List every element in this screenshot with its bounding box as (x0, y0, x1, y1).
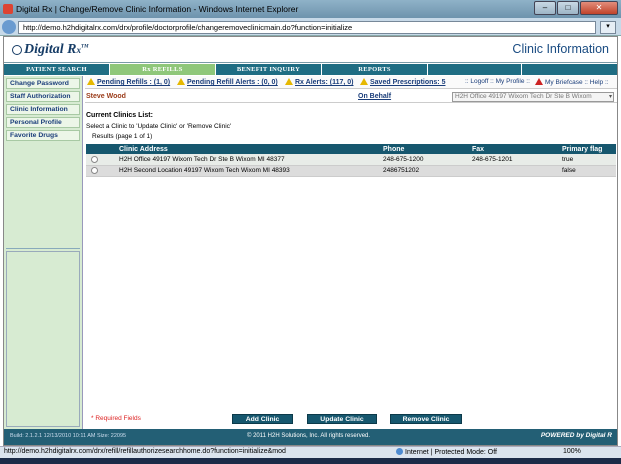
chevron-down-icon: ▾ (608, 94, 612, 100)
saved-prescriptions-link[interactable]: Saved Prescriptions: 5 (360, 78, 445, 86)
window-title: Digital Rx | Change/Remove Clinic Inform… (16, 4, 299, 14)
maximize-button[interactable]: □ (557, 1, 579, 15)
ie-icon (3, 4, 13, 14)
url-field[interactable]: http://demo.h2hdigitalrx.com/drx/profile… (18, 21, 596, 34)
profile-sidebar: Change Password Staff Authorization Clin… (4, 76, 83, 429)
build-info: Build: 2.1.2.1 12/13/2010 10:11 AM Size:… (10, 433, 127, 439)
digital-rx-logo: Digital RxTM (12, 42, 89, 58)
status-url: http://demo.h2hdigitalrx.com/drx/refill/… (4, 448, 286, 455)
required-fields-note: * Required Fields (91, 415, 141, 422)
tab-rx-refills[interactable]: Rx REFILLS (110, 64, 216, 75)
browser-statusbar: http://demo.h2hdigitalrx.com/drx/refill/… (0, 446, 621, 458)
security-zone: Internet | Protected Mode: Off (396, 448, 497, 456)
on-behalf-link[interactable]: On Behalf (358, 93, 391, 100)
main-tabs: PATIENT SEARCH Rx REFILLS BENEFIT INQUIR… (4, 64, 617, 75)
powered-by-logo: POWERED by Digital R (540, 432, 612, 439)
tab-benefit-inquiry[interactable]: BENEFIT INQUIRY (216, 64, 322, 75)
col-primary-flag: Primary flag (559, 144, 616, 154)
sidebar-lower-panel (6, 251, 80, 427)
clinic-address: H2H Second Location 49197 Wixom Tech Wix… (116, 165, 380, 177)
clinic-radio[interactable] (91, 155, 98, 163)
clinic-fax (469, 165, 559, 177)
clinics-table: Clinic Address Phone Fax Primary flag H2… (86, 144, 616, 177)
sidebar-item-personal-profile[interactable]: Personal Profile (6, 117, 80, 128)
clinic-address: H2H Office 49197 Wixom Tech Dr Ste B Wix… (116, 154, 380, 166)
user-row: Steve Wood On Behalf H2H Office 49197 Wi… (85, 92, 617, 103)
logoff-profile-links[interactable]: :: Logoff :: My Profile :: (465, 78, 530, 85)
add-clinic-button[interactable]: Add Clinic (232, 414, 293, 424)
col-select (86, 144, 116, 154)
clinic-primary: false (559, 165, 616, 177)
back-icon[interactable] (2, 20, 16, 34)
page-title: Clinic Information (512, 42, 609, 56)
sidebar-item-staff-authorization[interactable]: Staff Authorization (6, 91, 80, 102)
alert-bar: Pending Refills : (1, 0) Pending Refill … (85, 76, 617, 89)
results-count: Results (page 1 of 1) (92, 133, 153, 140)
pending-refill-alerts-link[interactable]: Pending Refill Alerts : (0, 0) (177, 78, 278, 86)
sidebar-item-clinic-information[interactable]: Clinic Information (6, 104, 80, 115)
clinic-fax: 248-675-1201 (469, 154, 559, 166)
clinic-primary: true (559, 154, 616, 166)
col-fax: Fax (469, 144, 559, 154)
tab-patient-search[interactable]: PATIENT SEARCH (4, 64, 110, 75)
copyright: © 2011 H2H Solutions, Inc. All rights re… (247, 433, 371, 439)
briefcase-alert-icon (535, 78, 543, 85)
clinics-instruction: Select a Clinic to 'Update Clinic' or 'R… (86, 123, 232, 130)
col-phone: Phone (380, 144, 469, 154)
user-name: Steve Wood (86, 93, 126, 100)
warning-icon (285, 78, 293, 85)
app-frame: Digital RxTM Clinic Information PATIENT … (3, 36, 618, 446)
pending-refills-link[interactable]: Pending Refills : (1, 0) (87, 78, 170, 86)
close-button[interactable]: ✕ (580, 1, 618, 15)
window-titlebar: Digital Rx | Change/Remove Clinic Inform… (0, 0, 621, 18)
minimize-button[interactable]: – (534, 1, 556, 15)
warning-icon (177, 78, 185, 85)
sidebar-divider (6, 248, 80, 249)
tab-reports[interactable]: REPORTS (322, 64, 428, 75)
tab-blank-1 (428, 64, 522, 75)
rx-alerts-link[interactable]: Rx Alerts: (117, 0) (285, 78, 354, 86)
table-row[interactable]: H2H Second Location 49197 Wixom Tech Wix… (86, 165, 616, 177)
app-footer: Build: 2.1.2.1 12/13/2010 10:11 AM Size:… (4, 429, 617, 445)
briefcase-help-links[interactable]: My Briefcase :: Help :: (535, 78, 609, 86)
update-clinic-button[interactable]: Update Clinic (307, 414, 377, 424)
zoom-level[interactable]: 100% (563, 448, 581, 455)
office-select[interactable]: H2H Office 49197 Wixom Tech Dr Ste B Wix… (452, 92, 614, 102)
address-bar: http://demo.h2hdigitalrx.com/drx/profile… (0, 18, 621, 36)
warning-icon (360, 78, 368, 85)
col-clinic-address: Clinic Address (116, 144, 380, 154)
app-header: Digital RxTM Clinic Information (4, 37, 617, 63)
tab-blank-2 (522, 64, 617, 75)
url-dropdown-icon[interactable]: ▾ (600, 21, 616, 34)
logo-mark-icon (12, 44, 22, 55)
sidebar-item-change-password[interactable]: Change Password (6, 78, 80, 89)
windows-taskbar (0, 458, 621, 464)
action-row: * Required Fields Add Clinic Update Clin… (85, 413, 617, 425)
globe-icon (396, 448, 403, 455)
clinic-radio[interactable] (91, 166, 98, 174)
remove-clinic-button[interactable]: Remove Clinic (390, 414, 462, 424)
sidebar-item-favorite-drugs[interactable]: Favorite Drugs (6, 130, 80, 141)
clinic-phone: 248-675-1200 (380, 154, 469, 166)
clinics-title: Current Clinics List: (86, 112, 153, 119)
warning-icon (87, 78, 95, 85)
table-row[interactable]: H2H Office 49197 Wixom Tech Dr Ste B Wix… (86, 154, 616, 166)
clinic-phone: 2486751202 (380, 165, 469, 177)
